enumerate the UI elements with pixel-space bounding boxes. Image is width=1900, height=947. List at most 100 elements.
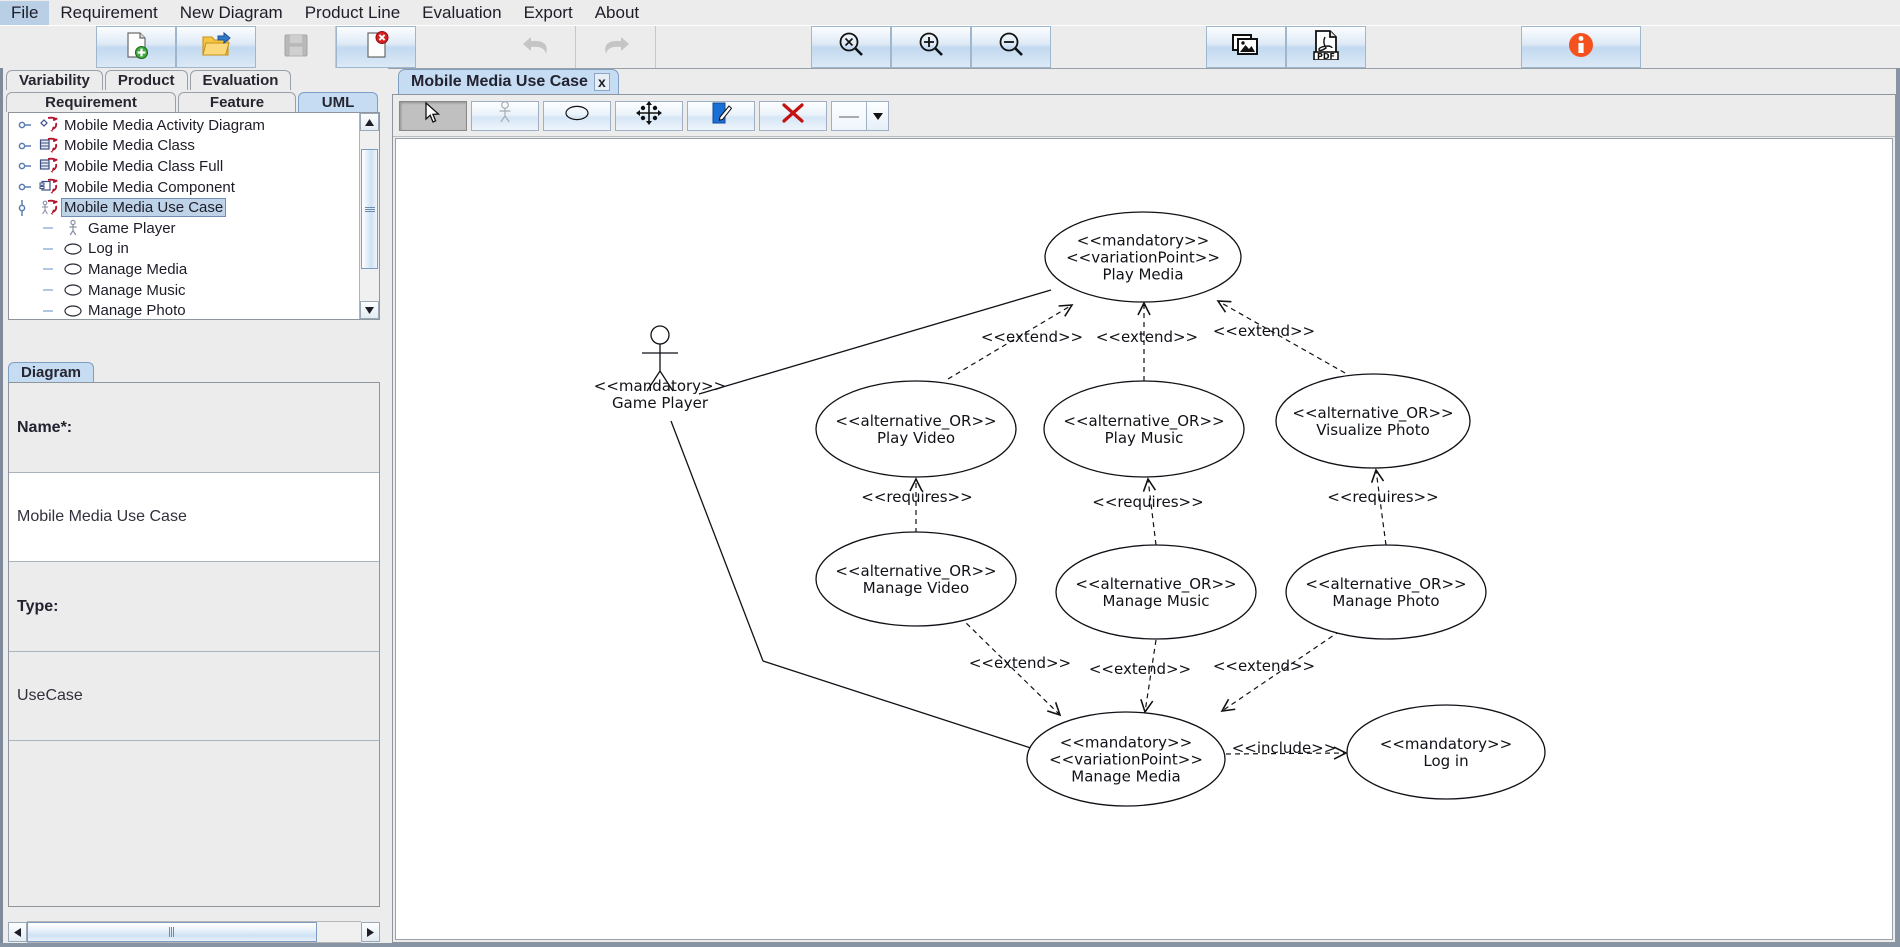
tab-feature[interactable]: Feature bbox=[178, 92, 296, 112]
export-image-button[interactable] bbox=[1206, 26, 1286, 68]
tree-item-label: Mobile Media Use Case bbox=[61, 198, 226, 217]
window-edge-left bbox=[0, 68, 3, 947]
tab-variability[interactable]: Variability bbox=[6, 70, 103, 90]
relationship-label: <<extend>> bbox=[969, 654, 1071, 672]
uml-tree[interactable]: Mobile Media Activity DiagramMobile Medi… bbox=[9, 113, 359, 319]
tree-expand-handle-icon[interactable] bbox=[15, 137, 37, 155]
tree-collapse-handle-icon[interactable] bbox=[15, 199, 37, 217]
usecase-node[interactable]: <<mandatory>><<variationPoint>>Play Medi… bbox=[1045, 212, 1241, 302]
tree-item[interactable]: Manage Media bbox=[9, 259, 359, 280]
menu-item-about[interactable]: About bbox=[584, 1, 650, 25]
line-style-control[interactable] bbox=[831, 101, 889, 131]
relationship-label: <<extend>> bbox=[1213, 657, 1315, 675]
zoom-in-button[interactable] bbox=[891, 26, 971, 68]
usecase-tool-button[interactable] bbox=[543, 101, 611, 131]
tree-item[interactable]: Manage Music bbox=[9, 280, 359, 301]
edit-tool-button[interactable] bbox=[687, 101, 755, 131]
tree-item-label: Log in bbox=[85, 239, 132, 258]
connector-tool-button[interactable] bbox=[615, 101, 683, 131]
menu-item-product-line[interactable]: Product Line bbox=[294, 1, 411, 25]
tree-item[interactable]: Mobile Media Class bbox=[9, 136, 359, 157]
usecase-node[interactable]: <<alternative_OR>>Play Video bbox=[816, 381, 1016, 477]
tree-item[interactable]: Mobile Media Class Full bbox=[9, 156, 359, 177]
tab-diagram-properties[interactable]: Diagram bbox=[8, 362, 94, 382]
tree-vertical-scrollbar[interactable] bbox=[359, 113, 379, 319]
relationship-label: <<requires>> bbox=[861, 488, 972, 506]
save-file-button[interactable] bbox=[256, 26, 336, 68]
requires-edge[interactable] bbox=[1376, 470, 1386, 545]
usecase-node[interactable]: <<alternative_OR>>Play Music bbox=[1044, 381, 1244, 477]
diagram-toolbar bbox=[393, 95, 1895, 137]
diagram-area: Mobile Media Use Case x bbox=[392, 68, 1896, 943]
left-panel-horizontal-scrollbar[interactable] bbox=[0, 921, 388, 943]
usecase-node[interactable]: <<mandatory>>Log in bbox=[1347, 705, 1545, 799]
line-style-dropdown[interactable] bbox=[867, 101, 889, 131]
tab-uml[interactable]: UML bbox=[298, 92, 378, 112]
tree-scroll-thumb[interactable] bbox=[361, 149, 378, 269]
actor-tool-button[interactable] bbox=[471, 101, 539, 131]
requires-edge[interactable] bbox=[1148, 479, 1156, 545]
menu-item-export[interactable]: Export bbox=[513, 1, 584, 25]
scroll-left-arrow-icon[interactable] bbox=[8, 922, 27, 942]
actor-stereotype-label: <<mandatory>> bbox=[594, 377, 726, 395]
tree-item-label: Mobile Media Activity Diagram bbox=[61, 116, 268, 135]
select-tool-button[interactable] bbox=[399, 101, 467, 131]
close-icon[interactable]: x bbox=[594, 73, 610, 91]
line-style-button[interactable] bbox=[831, 101, 867, 131]
tree-expand-handle-icon[interactable] bbox=[15, 157, 37, 175]
left-hscroll-track[interactable] bbox=[27, 921, 361, 943]
usecase-node[interactable]: <<mandatory>><<variationPoint>>Manage Me… bbox=[1027, 712, 1225, 806]
chevron-down-icon bbox=[873, 107, 883, 125]
usecase-node[interactable]: <<alternative_OR>>Manage Video bbox=[816, 532, 1016, 626]
name-field-input[interactable]: Mobile Media Use Case bbox=[9, 473, 379, 562]
zoom-fit-button[interactable] bbox=[811, 26, 891, 68]
relationship-label: <<requires>> bbox=[1092, 493, 1203, 511]
document-tabs: Mobile Media Use Case x bbox=[392, 68, 1896, 94]
scroll-down-arrow-icon[interactable] bbox=[360, 301, 379, 319]
undo-button[interactable] bbox=[496, 26, 576, 68]
delete-tool-button[interactable] bbox=[759, 101, 827, 131]
new-file-button[interactable] bbox=[96, 26, 176, 68]
tree-item[interactable]: Mobile Media Use Case bbox=[9, 197, 359, 218]
info-button[interactable] bbox=[1521, 26, 1641, 68]
zoom-out-button[interactable] bbox=[971, 26, 1051, 68]
tree-item[interactable]: Manage Photo bbox=[9, 300, 359, 320]
usecase-node[interactable]: <<alternative_OR>>Visualize Photo bbox=[1276, 374, 1470, 468]
properties-empty-area bbox=[9, 741, 379, 907]
grip-icon bbox=[365, 206, 375, 213]
tab-requirement[interactable]: Requirement bbox=[6, 92, 176, 112]
tree-item[interactable]: Mobile Media Activity Diagram bbox=[9, 115, 359, 136]
tree-item[interactable]: Game Player bbox=[9, 218, 359, 239]
association-edge[interactable] bbox=[671, 421, 763, 661]
redo-button[interactable] bbox=[576, 26, 656, 68]
actor-head-icon bbox=[651, 326, 669, 344]
left-hscroll-thumb[interactable] bbox=[27, 922, 317, 942]
export-pdf-button[interactable]: PDF bbox=[1286, 26, 1366, 68]
menu-item-requirement[interactable]: Requirement bbox=[49, 1, 168, 25]
relationship-label: <<extend>> bbox=[1213, 322, 1315, 340]
document-tab-mobile-media-use-case[interactable]: Mobile Media Use Case x bbox=[398, 69, 619, 94]
actor-node[interactable]: <<mandatory>>Game Player bbox=[594, 326, 726, 412]
tree-scroll-track[interactable] bbox=[360, 131, 379, 301]
close-file-button[interactable] bbox=[336, 26, 416, 68]
tab-evaluation[interactable]: Evaluation bbox=[190, 70, 292, 90]
association-edge[interactable] bbox=[763, 661, 1040, 751]
scroll-up-arrow-icon[interactable] bbox=[360, 113, 379, 131]
usecase-ellipse-icon bbox=[61, 302, 85, 320]
tree-expand-handle-icon[interactable] bbox=[15, 178, 37, 196]
connector-icon bbox=[636, 101, 662, 130]
menu-item-file[interactable]: File bbox=[0, 1, 49, 25]
redo-arrow-icon bbox=[599, 32, 633, 63]
document-tab-label: Mobile Media Use Case bbox=[411, 73, 588, 91]
menu-item-new-diagram[interactable]: New Diagram bbox=[169, 1, 294, 25]
open-file-button[interactable] bbox=[176, 26, 256, 68]
menu-item-evaluation[interactable]: Evaluation bbox=[411, 1, 512, 25]
tree-expand-handle-icon[interactable] bbox=[15, 116, 37, 134]
usecase-node[interactable]: <<alternative_OR>>Manage Photo bbox=[1286, 545, 1486, 639]
usecase-node[interactable]: <<alternative_OR>>Manage Music bbox=[1056, 545, 1256, 639]
scroll-right-arrow-icon[interactable] bbox=[361, 922, 380, 942]
uml-diagram-canvas[interactable]: <<mandatory>><<variationPoint>>Play Medi… bbox=[395, 138, 1893, 940]
tree-item[interactable]: Log in bbox=[9, 239, 359, 260]
tab-product[interactable]: Product bbox=[105, 70, 188, 90]
tree-item[interactable]: Mobile Media Component bbox=[9, 177, 359, 198]
